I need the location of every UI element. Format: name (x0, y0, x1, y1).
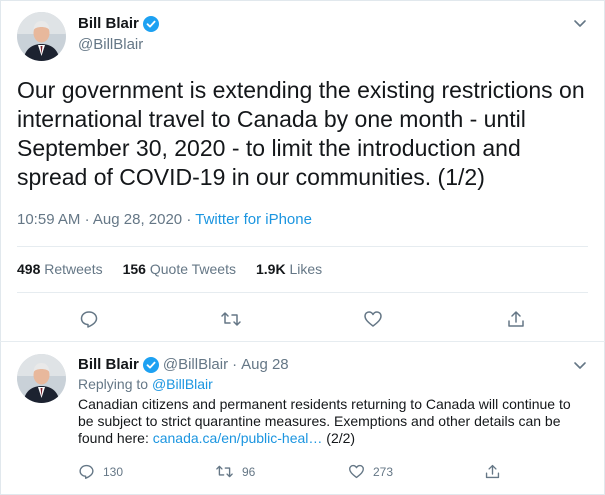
reply-retweet-button[interactable]: 96 (215, 463, 255, 480)
reply-link[interactable]: canada.ca/en/public-heal… (153, 430, 323, 446)
tweet-meta: 10:59 AM · Aug 28, 2020 · Twitter for iP… (17, 211, 312, 228)
retweets-stat[interactable]: 498 Retweets (17, 261, 103, 277)
author-name-row[interactable]: Bill Blair (78, 15, 159, 32)
meta-separator: · (84, 211, 90, 228)
verified-badge-icon (142, 15, 159, 32)
share-icon (485, 464, 500, 479)
reply-author-name[interactable]: Bill Blair (78, 356, 139, 373)
retweet-icon (221, 312, 241, 326)
chevron-down-icon[interactable] (571, 356, 589, 374)
reply-share-button[interactable] (484, 463, 501, 480)
retweets-label: Retweets (44, 261, 103, 277)
retweet-button[interactable] (220, 308, 242, 330)
reply-date[interactable]: Aug 28 (241, 356, 289, 373)
quotes-count: 156 (122, 261, 146, 277)
verified-badge-icon (142, 356, 159, 373)
reply-author-handle[interactable]: @BillBlair (163, 356, 228, 373)
divider (0, 341, 605, 342)
reply-reply-button[interactable]: 130 (78, 463, 123, 480)
likes-label: Likes (289, 261, 323, 277)
meta-separator: · (232, 356, 238, 373)
author-handle[interactable]: @BillBlair (78, 36, 143, 53)
avatar[interactable] (17, 354, 66, 403)
divider (17, 246, 588, 247)
reply-header: Bill Blair @BillBlair · Aug 28 (78, 356, 289, 373)
tweet-date[interactable]: Aug 28, 2020 (93, 211, 182, 228)
tweet-text: Our government is extending the existing… (17, 77, 585, 190)
replying-to: Replying to @BillBlair (78, 376, 213, 392)
quote-tweets-stat[interactable]: 156 Quote Tweets (123, 261, 236, 277)
reply-icon (80, 311, 98, 328)
share-icon (508, 311, 524, 327)
reply-icon (79, 464, 94, 479)
meta-separator: · (186, 211, 192, 228)
retweet-icon (216, 465, 233, 478)
reply-text-suffix: (2/2) (326, 430, 356, 446)
share-button[interactable] (505, 308, 527, 330)
avatar[interactable] (17, 12, 66, 61)
likes-count: 1.9K (256, 261, 286, 277)
retweet-count: 96 (242, 464, 256, 479)
divider (17, 292, 588, 293)
reply-text: Canadian citizens and permanent resident… (78, 396, 588, 447)
like-count: 273 (373, 464, 394, 479)
reply-count: 130 (103, 464, 124, 479)
quotes-label: Quote Tweets (149, 261, 236, 277)
tweet-source-link[interactable]: Twitter for iPhone (195, 211, 312, 228)
likes-stat[interactable]: 1.9K Likes (256, 261, 322, 277)
reply-like-button[interactable]: 273 (348, 463, 393, 480)
like-button[interactable] (362, 308, 384, 330)
like-icon (349, 464, 364, 479)
tweet-stats: 498 Retweets 156 Quote Tweets 1.9K Likes (17, 261, 342, 277)
author-name[interactable]: Bill Blair (78, 15, 139, 32)
like-icon (364, 311, 382, 327)
reply-button[interactable] (78, 308, 100, 330)
retweets-count: 498 (17, 261, 41, 277)
replying-to-handle[interactable]: @BillBlair (152, 376, 213, 392)
replying-to-label: Replying to (78, 376, 149, 392)
tweet-time[interactable]: 10:59 AM (17, 211, 80, 228)
chevron-down-icon[interactable] (571, 14, 589, 32)
